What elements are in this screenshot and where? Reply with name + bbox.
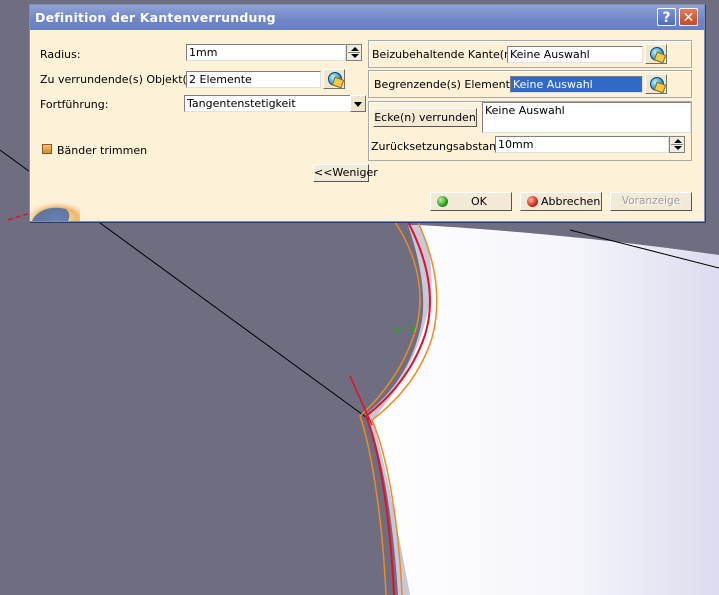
pencil-icon <box>331 76 345 89</box>
cancel-label: Abbrechen <box>541 195 601 208</box>
pencil-icon <box>653 51 667 64</box>
ok-icon <box>437 196 448 207</box>
less-button[interactable]: <<Weniger <box>313 164 378 182</box>
fillet-dialog: Definition der Kantenverrundung ? ✕ Radi… <box>29 4 705 222</box>
radius-input[interactable]: 1mm <box>186 44 346 61</box>
logo-glow <box>30 195 80 221</box>
objects-label: Zu verrundende(s) Objekt(e): <box>40 73 202 86</box>
objects-select-button[interactable] <box>323 69 345 89</box>
trim-ribbons-checkbox[interactable] <box>42 144 52 154</box>
setback-input[interactable]: 10mm <box>495 136 669 153</box>
setback-spinner[interactable] <box>669 136 685 153</box>
pencil-icon <box>653 81 667 94</box>
close-button[interactable]: ✕ <box>679 8 698 26</box>
keep-edges-select-button[interactable] <box>645 44 667 64</box>
limits-input[interactable]: Keine Auswahl <box>510 76 643 93</box>
propagation-label: Fortführung: <box>40 98 109 111</box>
ok-label: OK <box>471 195 487 208</box>
limits-select-button[interactable] <box>645 74 667 94</box>
round-corners-button[interactable]: Ecke(n) verrunden <box>373 108 477 127</box>
trim-ribbons-label: Bänder trimmen <box>57 144 148 157</box>
dialog-titlebar[interactable]: Definition der Kantenverrundung ? ✕ <box>30 5 704 30</box>
radius-annotation: R=1 <box>392 324 416 337</box>
limits-label: Begrenzende(s) Element(e): <box>374 78 529 91</box>
radius-label: Radius: <box>40 48 81 61</box>
corners-list[interactable]: Keine Auswahl <box>482 102 691 133</box>
keep-edges-input[interactable]: Keine Auswahl <box>507 46 643 63</box>
ok-button[interactable]: OK <box>430 192 512 211</box>
radius-spinner[interactable] <box>346 44 362 61</box>
setback-label: Zurücksetzungsabstand: <box>371 140 507 153</box>
cancel-button[interactable]: Abbrechen <box>520 192 602 211</box>
dialog-title: Definition der Kantenverrundung <box>35 10 276 25</box>
help-button[interactable]: ? <box>657 8 676 26</box>
chevron-down-icon[interactable] <box>350 95 366 112</box>
cancel-icon <box>527 196 538 207</box>
objects-input[interactable]: 2 Elemente <box>186 71 321 88</box>
preview-button[interactable]: Voranzeige <box>610 192 692 211</box>
keep-edges-label: Beizubehaltende Kante(n): <box>372 48 520 61</box>
propagation-select[interactable]: Tangentenstetigkeit <box>184 95 366 112</box>
